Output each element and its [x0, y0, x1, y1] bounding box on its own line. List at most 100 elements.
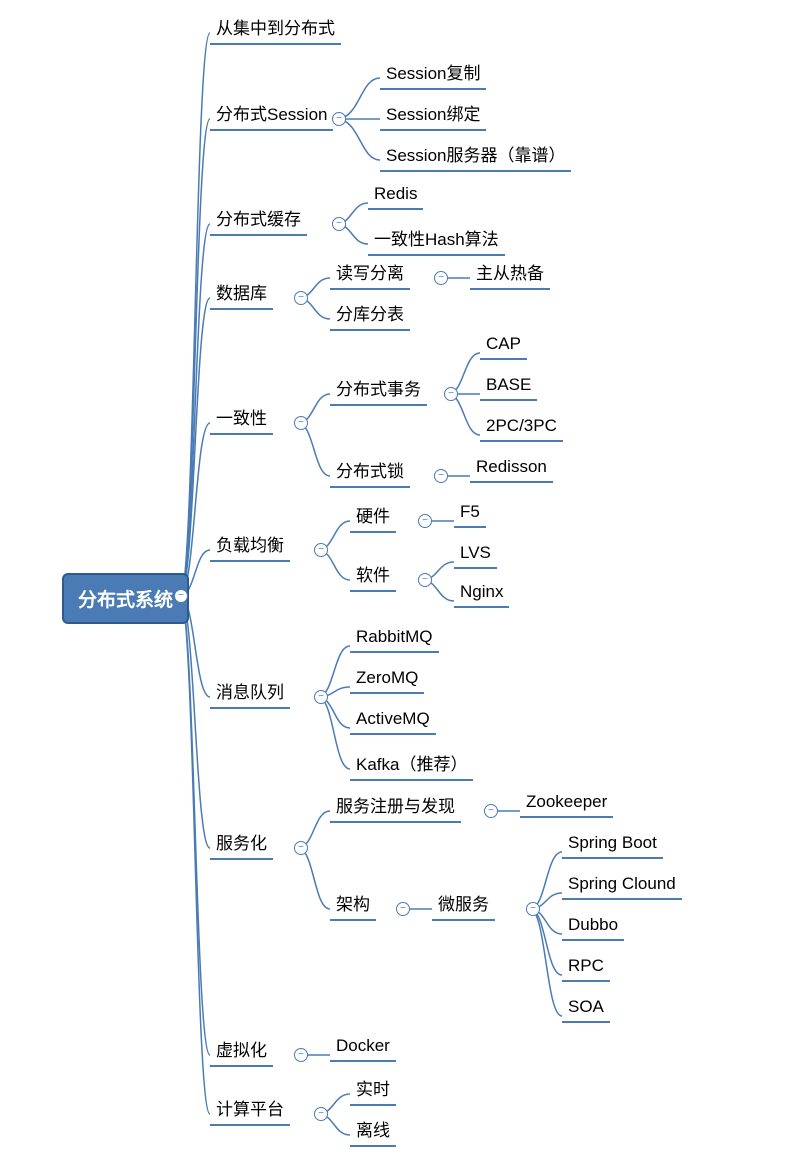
node-service-discovery[interactable]: 服务注册与发现 [330, 790, 461, 823]
node-docker[interactable]: Docker [330, 1034, 396, 1062]
node-session-server[interactable]: Session服务器（靠谱） [380, 139, 571, 172]
label: 从集中到分布式 [216, 19, 335, 38]
toggle-cache[interactable]: − [332, 217, 346, 231]
label: 2PC/3PC [486, 416, 557, 435]
node-cap[interactable]: CAP [480, 332, 527, 360]
label: BASE [486, 375, 531, 394]
toggle-service-discovery[interactable]: − [484, 804, 498, 818]
toggle-session[interactable]: − [332, 112, 346, 126]
node-master-slave[interactable]: 主从热备 [470, 257, 550, 290]
node-rabbitmq[interactable]: RabbitMQ [350, 625, 439, 653]
label: SOA [568, 997, 604, 1016]
node-sharding[interactable]: 分库分表 [330, 298, 410, 331]
toggle-database[interactable]: − [294, 291, 308, 305]
label: ActiveMQ [356, 709, 430, 728]
node-consistent-hash[interactable]: 一致性Hash算法 [368, 223, 505, 256]
node-nginx[interactable]: Nginx [454, 580, 509, 608]
node-service[interactable]: 服务化 [210, 827, 273, 860]
label: 分库分表 [336, 305, 404, 324]
node-activemq[interactable]: ActiveMQ [350, 707, 436, 735]
label: Session绑定 [386, 105, 480, 124]
label: 主从热备 [476, 264, 544, 283]
node-zookeeper[interactable]: Zookeeper [520, 790, 613, 818]
node-kafka[interactable]: Kafka（推荐） [350, 748, 473, 781]
node-dubbo[interactable]: Dubbo [562, 913, 624, 941]
label: Docker [336, 1036, 390, 1055]
node-centralized-to-distributed[interactable]: 从集中到分布式 [210, 12, 341, 45]
node-distributed-session[interactable]: 分布式Session [210, 98, 333, 131]
node-offline[interactable]: 离线 [350, 1114, 396, 1147]
toggle-distributed-lock[interactable]: − [434, 469, 448, 483]
node-consistency[interactable]: 一致性 [210, 402, 273, 435]
node-database[interactable]: 数据库 [210, 277, 273, 310]
node-2pc-3pc[interactable]: 2PC/3PC [480, 414, 563, 442]
label: 软件 [356, 566, 390, 585]
node-compute-platform[interactable]: 计算平台 [210, 1093, 290, 1126]
node-lvs[interactable]: LVS [454, 541, 497, 569]
toggle-microservice[interactable]: − [526, 902, 540, 916]
label: 一致性 [216, 409, 267, 428]
label: Dubbo [568, 915, 618, 934]
label: Redis [374, 184, 417, 203]
node-architecture[interactable]: 架构 [330, 888, 376, 921]
node-session-copy[interactable]: Session复制 [380, 57, 486, 90]
label: 微服务 [438, 895, 489, 914]
node-rw-split[interactable]: 读写分离 [330, 257, 410, 290]
toggle-mq[interactable]: − [314, 690, 328, 704]
toggle-service[interactable]: − [294, 841, 308, 855]
label: Spring Clound [568, 874, 676, 893]
label: 计算平台 [216, 1100, 284, 1119]
toggle-software[interactable]: − [418, 573, 432, 587]
node-base[interactable]: BASE [480, 373, 537, 401]
label: 离线 [356, 1121, 390, 1140]
root-node[interactable]: 分布式系统 [62, 573, 189, 624]
toggle-compute-platform[interactable]: − [314, 1107, 328, 1121]
node-soa[interactable]: SOA [562, 995, 610, 1023]
toggle-rw-split[interactable]: − [434, 271, 448, 285]
node-redis[interactable]: Redis [368, 182, 423, 210]
label: 一致性Hash算法 [374, 230, 499, 249]
node-load-balance[interactable]: 负载均衡 [210, 529, 290, 562]
node-realtime[interactable]: 实时 [350, 1073, 396, 1106]
node-distributed-cache[interactable]: 分布式缓存 [210, 203, 307, 236]
label: CAP [486, 334, 521, 353]
label: 虚拟化 [216, 1041, 267, 1060]
node-microservice[interactable]: 微服务 [432, 888, 495, 921]
node-distributed-tx[interactable]: 分布式事务 [330, 373, 427, 406]
label: LVS [460, 543, 491, 562]
toggle-architecture[interactable]: − [396, 902, 410, 916]
node-redisson[interactable]: Redisson [470, 455, 553, 483]
node-software[interactable]: 软件 [350, 559, 396, 592]
node-f5[interactable]: F5 [454, 500, 486, 528]
toggle-consistency[interactable]: − [294, 416, 308, 430]
node-rpc[interactable]: RPC [562, 954, 610, 982]
toggle-virtualization[interactable]: − [294, 1048, 308, 1062]
node-hardware[interactable]: 硬件 [350, 500, 396, 533]
label: Session服务器（靠谱） [386, 146, 565, 165]
label: Redisson [476, 457, 547, 476]
label: 服务化 [216, 834, 267, 853]
label: 数据库 [216, 284, 267, 303]
label: RabbitMQ [356, 627, 433, 646]
label: Nginx [460, 582, 503, 601]
toggle-hardware[interactable]: − [418, 514, 432, 528]
label: 负载均衡 [216, 536, 284, 555]
node-zeromq[interactable]: ZeroMQ [350, 666, 424, 694]
label: 分布式锁 [336, 462, 404, 481]
label: ZeroMQ [356, 668, 418, 687]
label: 分布式缓存 [216, 210, 301, 229]
node-distributed-lock[interactable]: 分布式锁 [330, 455, 410, 488]
toggle-load-balance[interactable]: − [314, 543, 328, 557]
label: 硬件 [356, 507, 390, 526]
node-mq[interactable]: 消息队列 [210, 676, 290, 709]
root-label: 分布式系统 [78, 590, 173, 611]
toggle-distributed-tx[interactable]: − [444, 387, 458, 401]
label: Spring Boot [568, 833, 657, 852]
node-virtualization[interactable]: 虚拟化 [210, 1034, 273, 1067]
node-session-bind[interactable]: Session绑定 [380, 98, 486, 131]
label: Zookeeper [526, 792, 607, 811]
node-spring-cloud[interactable]: Spring Clound [562, 872, 682, 900]
toggle-root[interactable]: − [174, 589, 188, 603]
node-spring-boot[interactable]: Spring Boot [562, 831, 663, 859]
label: 分布式事务 [336, 380, 421, 399]
